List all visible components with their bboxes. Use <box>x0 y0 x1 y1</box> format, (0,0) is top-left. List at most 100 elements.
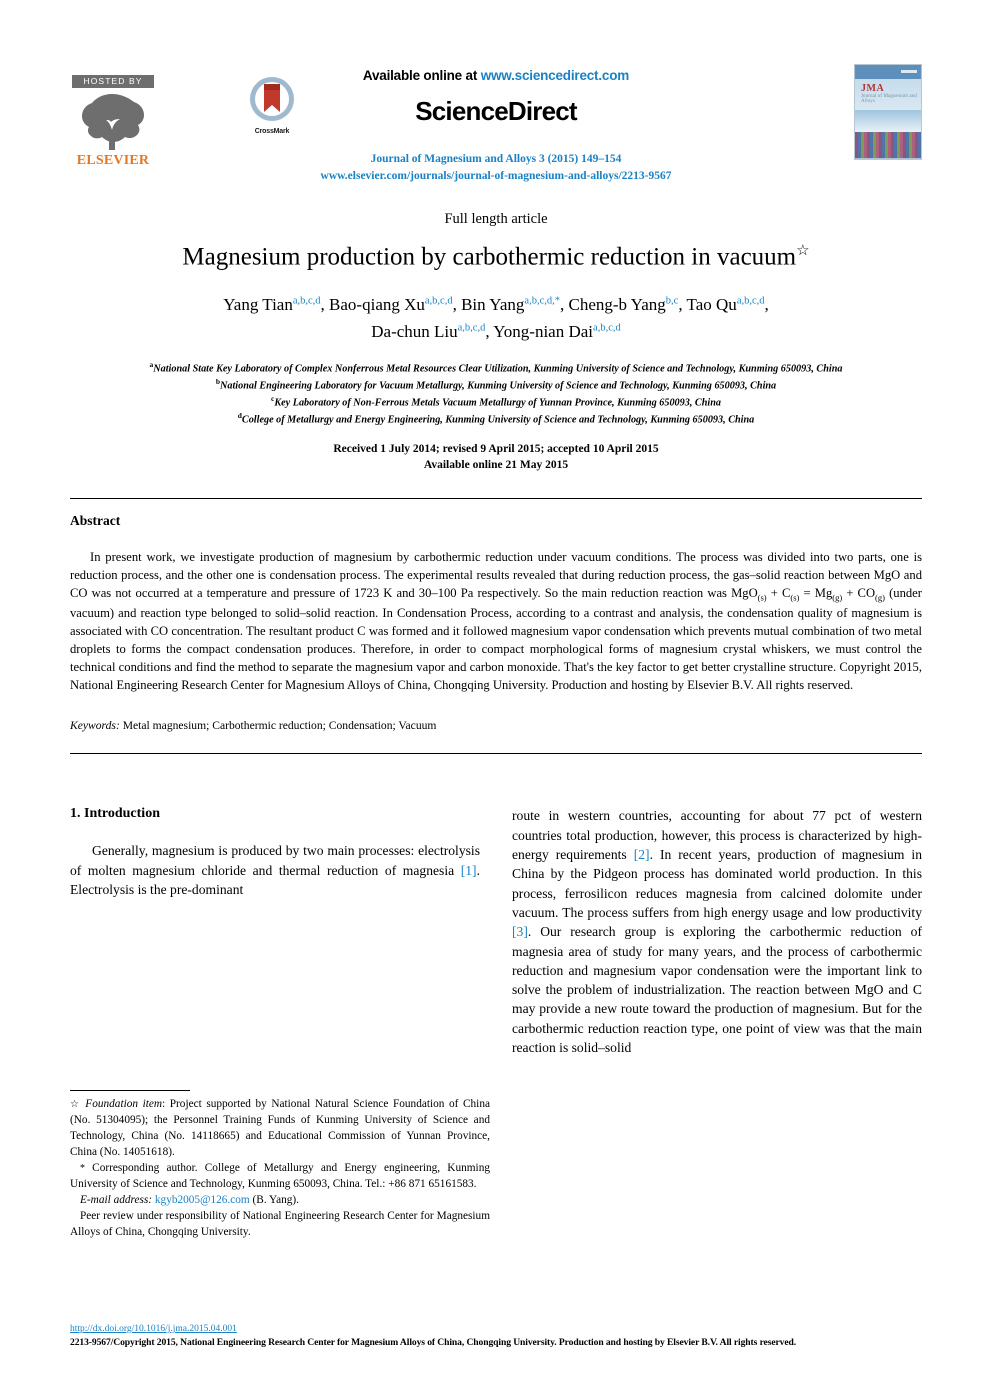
affiliation-item: cKey Laboratory of Non-Ferrous Metals Va… <box>70 394 922 411</box>
section-heading-introduction: 1. Introduction <box>70 806 160 822</box>
available-online-prefix: Available online at <box>362 68 481 83</box>
intro-right-text-c: . Our research group is exploring the ca… <box>512 924 922 1056</box>
author-affiliation-marks: a,b,c,d <box>457 322 486 334</box>
author-separator: , <box>320 295 330 315</box>
affiliation-text: National State Key Laboratory of Complex… <box>153 363 843 375</box>
author-name[interactable]: Bin Yang <box>461 295 524 314</box>
author-affiliation-marks: b,c <box>665 295 679 307</box>
sciencedirect-wordmark: ScienceDirect <box>415 96 577 126</box>
email-address-link[interactable]: kgyb2005@126.com <box>155 1194 250 1206</box>
body-columns: 1. Introduction Generally, magnesium is … <box>70 806 922 1238</box>
abstract-top-rule <box>70 497 922 499</box>
foundation-item-label: Foundation item <box>85 1097 163 1110</box>
abstract-part-3: = Mg <box>799 586 833 601</box>
author-affiliation-marks: a,b,c,d <box>736 295 765 307</box>
right-column: route in western countries, accounting f… <box>512 806 922 1136</box>
cover-wave-graphic <box>855 110 921 132</box>
author-name[interactable]: Yang Tian <box>223 295 293 314</box>
citation-ref-1[interactable]: [1] <box>461 863 477 878</box>
footnote-block: ☆ Foundation item: Project supported by … <box>70 1089 490 1241</box>
author-name[interactable]: Bao-qiang Xu <box>329 295 425 314</box>
article-dates: Received 1 July 2014; revised 9 April 20… <box>70 441 922 474</box>
abstract-sub-1: (s) <box>757 592 767 603</box>
abstract-heading: Abstract <box>70 512 121 528</box>
intro-text-a: Generally, magnesium is produced by two … <box>70 843 480 878</box>
abstract-part-4: + CO <box>842 586 876 601</box>
intro-paragraph-right: route in western countries, accounting f… <box>512 806 922 1057</box>
footnote-corresponding-author: * Corresponding author. College of Metal… <box>70 1160 490 1192</box>
author-affiliation-marks: a,b,c,d, <box>524 295 555 307</box>
author-affiliation-marks: a,b,c,d <box>593 322 621 334</box>
footnote-rule <box>70 1089 190 1091</box>
title-block: Full length article Magnesium production… <box>70 211 922 474</box>
author-entry: Cheng-b Yangb,c, <box>568 295 686 314</box>
author-affiliation-marks: a,b,c,d <box>424 295 453 307</box>
abstract-part-2: + C <box>766 586 791 601</box>
available-online-date: Available online 21 May 2015 <box>423 459 569 472</box>
title-footnote-marker[interactable]: ☆ <box>796 243 809 259</box>
journal-header: HOSTED BY ELSEVIER CrossMark Available o… <box>70 58 922 193</box>
keywords-line: Keywords: Metal magnesium; Carbothermic … <box>70 719 922 732</box>
journal-homepage-link[interactable]: www.elsevier.com/journals/journal-of-mag… <box>70 168 922 185</box>
available-online-line: Available online at www.sciencedirect.co… <box>70 68 922 83</box>
author-entry: Yong-nian Daia,b,c,d <box>493 322 621 341</box>
affiliation-text: College of Metallurgy and Energy Enginee… <box>241 414 755 426</box>
author-entry: Tao Qua,b,c,d, <box>687 295 769 314</box>
sciencedirect-block: Available online at www.sciencedirect.co… <box>70 68 922 184</box>
author-affiliation-marks: a,b,c,d <box>292 295 321 307</box>
email-address-owner: (B. Yang). <box>249 1194 299 1207</box>
cover-microstructure-graphic <box>855 132 921 158</box>
author-separator: , <box>678 295 687 315</box>
footnote-star-marker: ☆ <box>70 1098 81 1110</box>
sciencedirect-url-link[interactable]: www.sciencedirect.com <box>481 68 630 83</box>
keywords-label: Keywords: <box>70 719 120 733</box>
affiliation-list: aNational State Key Laboratory of Comple… <box>70 360 922 428</box>
author-entry: Yang Tiana,b,c,d, <box>223 295 329 314</box>
page-title: Magnesium production by carbothermic red… <box>70 242 922 272</box>
intro-paragraph-left: Generally, magnesium is produced by two … <box>70 841 480 899</box>
author-name[interactable]: Yong-nian Dai <box>493 322 593 341</box>
title-text: Magnesium production by carbothermic red… <box>182 243 797 271</box>
affiliation-item: aNational State Key Laboratory of Comple… <box>70 360 922 377</box>
footnote-email: E-mail address: kgyb2005@126.com (B. Yan… <box>70 1192 490 1208</box>
abstract-sub-3: (g) <box>832 592 843 603</box>
abstract-bottom-rule <box>70 753 922 755</box>
citation-ref-3[interactable]: [3] <box>512 924 528 939</box>
author-separator: , <box>764 295 769 315</box>
author-entry: Da-chun Liua,b,c,d, <box>371 322 493 341</box>
author-entry: Bin Yanga,b,c,d,*, <box>461 295 568 314</box>
affiliation-text: Key Laboratory of Non-Ferrous Metals Vac… <box>274 397 721 409</box>
article-page: HOSTED BY ELSEVIER CrossMark Available o… <box>0 58 992 1381</box>
cover-topbar <box>855 65 921 79</box>
doi-link[interactable]: http://dx.doi.org/10.1016/j.jma.2015.04.… <box>70 1324 922 1334</box>
abstract-text: In present work, we investigate producti… <box>70 548 922 695</box>
journal-citation-block: Journal of Magnesium and Alloys 3 (2015)… <box>70 151 922 184</box>
copyright-line: 2213-9567/Copyright 2015, National Engin… <box>70 1337 797 1348</box>
author-name[interactable]: Tao Qu <box>687 295 737 314</box>
received-revised-accepted-line: Received 1 July 2014; revised 9 April 20… <box>333 442 659 455</box>
abstract-sub-4: (g) <box>875 592 885 603</box>
author-name[interactable]: Cheng-b Yang <box>568 295 665 314</box>
abstract-section: Abstract In present work, we investigate… <box>70 513 922 733</box>
left-column: 1. Introduction Generally, magnesium is … <box>70 806 490 1238</box>
citation-ref-2[interactable]: [2] <box>634 847 650 862</box>
affiliation-text: National Engineering Laboratory for Vacu… <box>220 380 777 392</box>
author-separator: , <box>452 295 462 315</box>
corresponding-author-text: Corresponding author. College of Metallu… <box>70 1162 490 1191</box>
author-name[interactable]: Da-chun Liu <box>371 322 457 341</box>
page-footer: http://dx.doi.org/10.1016/j.jma.2015.04.… <box>70 1324 922 1348</box>
keywords-value: Metal magnesium; Carbothermic reduction;… <box>119 719 437 733</box>
cover-journal-abbrev: JMA <box>861 83 885 94</box>
author-entry: Bao-qiang Xua,b,c,d, <box>329 295 461 314</box>
author-list: Yang Tiana,b,c,d, Bao-qiang Xua,b,c,d, B… <box>70 292 922 345</box>
affiliation-item: bNational Engineering Laboratory for Vac… <box>70 377 922 394</box>
affiliation-item: dCollege of Metallurgy and Energy Engine… <box>70 411 922 428</box>
email-address-label: E-mail address: <box>80 1194 153 1207</box>
footnote-peer-review: Peer review under responsibility of Nati… <box>70 1210 490 1239</box>
cover-journal-subtitle: Journal of Magnesium and Alloys <box>861 94 917 104</box>
article-type-label: Full length article <box>444 211 548 227</box>
journal-citation: Journal of Magnesium and Alloys 3 (2015)… <box>370 153 622 165</box>
footnote-foundation: ☆ Foundation item: Project supported by … <box>70 1096 490 1160</box>
journal-cover-thumbnail: JMA Journal of Magnesium and Alloys <box>854 64 922 160</box>
cover-footer-bar <box>855 158 921 159</box>
